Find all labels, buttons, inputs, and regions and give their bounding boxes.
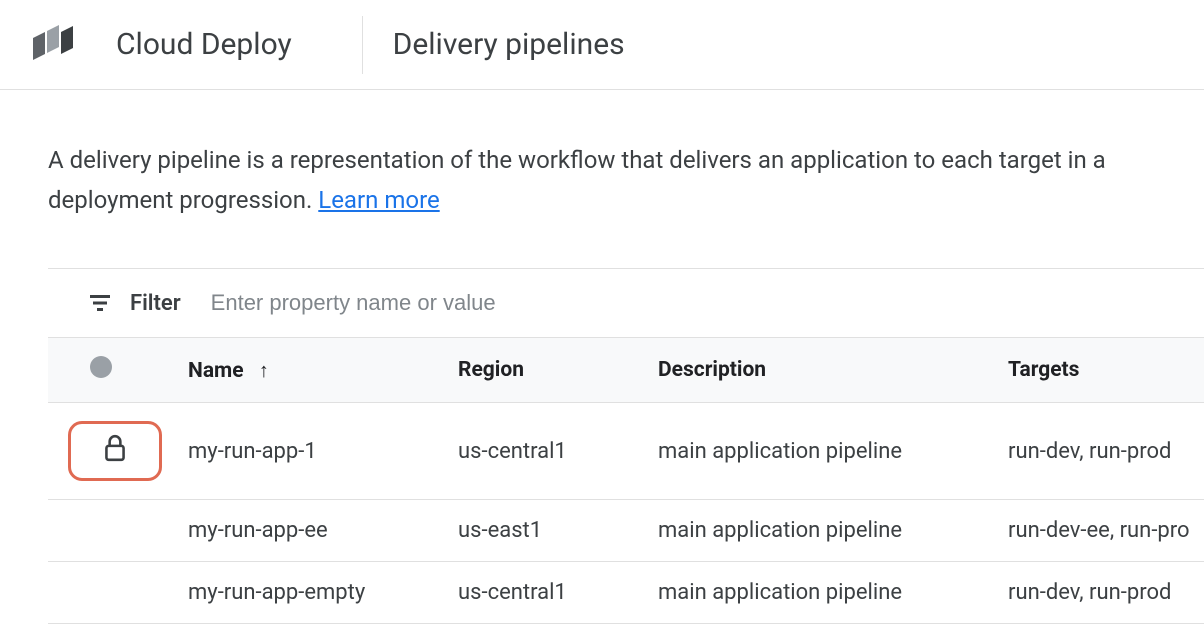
filter-label: Filter (130, 291, 181, 316)
pipeline-targets: run-dev, run-prod (998, 403, 1204, 500)
pipeline-name[interactable]: my-run-app-empty (178, 562, 448, 624)
filter-icon (88, 291, 112, 315)
pipeline-name[interactable]: my-run-app-ee (178, 500, 448, 562)
col-header-name-label: Name (188, 359, 244, 383)
table-row[interactable]: my-run-app-ee us-east1 main application … (48, 500, 1204, 562)
table-row[interactable]: my-run-app-empty us-central1 main applic… (48, 562, 1204, 624)
pipeline-region: us-east1 (448, 500, 648, 562)
header-divider (362, 16, 363, 74)
pipelines-table: Name ↑ Region Description Targets (48, 338, 1204, 624)
lock-highlight-box (68, 421, 162, 481)
page-description: A delivery pipeline is a representation … (48, 140, 1148, 220)
col-header-targets[interactable]: Targets (998, 338, 1204, 403)
sort-ascending-icon: ↑ (259, 358, 269, 382)
pipeline-description: main application pipeline (648, 403, 998, 500)
learn-more-link[interactable]: Learn more (318, 186, 439, 214)
status-cell (48, 562, 178, 624)
col-header-status[interactable] (48, 338, 178, 403)
table-row[interactable]: my-run-app-1 us-central1 main applicatio… (48, 403, 1204, 500)
pipeline-region: us-central1 (448, 562, 648, 624)
product-title: Cloud Deploy (116, 27, 362, 62)
lock-icon (102, 433, 128, 469)
status-cell (48, 500, 178, 562)
filter-bar: Filter (48, 268, 1204, 338)
description-text: A delivery pipeline is a representation … (48, 146, 1106, 214)
pipeline-name[interactable]: my-run-app-1 (178, 403, 448, 500)
app-header: Cloud Deploy Delivery pipelines (0, 0, 1204, 90)
col-header-description[interactable]: Description (648, 338, 998, 403)
filter-input[interactable] (209, 289, 1204, 317)
pipeline-description: main application pipeline (648, 500, 998, 562)
col-header-name[interactable]: Name ↑ (178, 338, 448, 403)
pipeline-targets: run-dev-ee, run-pro (998, 500, 1204, 562)
table-header-row: Name ↑ Region Description Targets (48, 338, 1204, 403)
page-title: Delivery pipelines (393, 27, 625, 62)
status-dot-icon (90, 356, 112, 378)
pipeline-region: us-central1 (448, 403, 648, 500)
cloud-deploy-logo-icon (28, 20, 78, 70)
pipeline-targets: run-dev, run-prod (998, 562, 1204, 624)
pipeline-description: main application pipeline (648, 562, 998, 624)
col-header-region[interactable]: Region (448, 338, 648, 403)
status-cell (48, 403, 178, 500)
